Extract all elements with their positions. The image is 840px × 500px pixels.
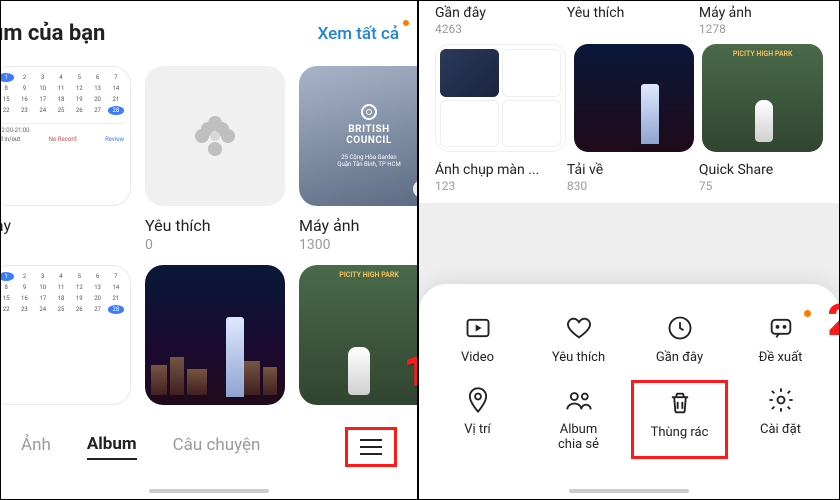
album-camera[interactable]: BRITISHCOUNCIL 25 Cộng Hòa GardenQuận Tâ… (299, 66, 419, 253)
screenshot-thumb[interactable] (435, 44, 566, 152)
trash-icon (666, 389, 694, 417)
sheet-video[interactable]: Video (429, 308, 526, 372)
col-favorites: Yêu thích (567, 5, 691, 36)
your-albums-title: um của bạn (1, 21, 105, 46)
album-item[interactable] (145, 265, 285, 405)
album-count: 1300 (299, 237, 419, 253)
see-all-link[interactable]: Xem tất cả (318, 24, 399, 44)
location-icon (464, 386, 492, 414)
tab-stories[interactable]: Câu chuyện (173, 435, 261, 459)
gesture-handle[interactable] (149, 489, 269, 493)
suggest-icon (767, 314, 795, 342)
right-screenshot: Gần đây 4263 Yêu thích Máy ảnh 1278 (419, 1, 839, 499)
col-quickshare: Quick Share 75 (699, 162, 823, 193)
sheet-settings[interactable]: Cài đặt (732, 380, 829, 459)
album-item[interactable]: 1234567 891011121314 15161718192021 2223… (1, 265, 131, 405)
menu-sheet: Video Yêu thích Gần đây Đề xuất 2 (419, 284, 839, 499)
gesture-handle[interactable] (569, 489, 689, 493)
sheet-trash[interactable]: Thùng rác (631, 380, 728, 459)
sheet-suggest[interactable]: Đề xuất 2 (732, 308, 829, 372)
video-icon (464, 314, 492, 342)
col-downloads: Tải về 830 (567, 162, 691, 193)
album-favorites[interactable]: Yêu thích 0 (145, 66, 285, 253)
bottom-tabs: Ảnh Album Câu chuyện (1, 427, 417, 467)
col-screenshots: Ảnh chụp màn ... 123 (435, 162, 559, 193)
album-count: 0 (145, 237, 285, 253)
tab-photos[interactable]: Ảnh (21, 435, 51, 459)
quickshare-thumb[interactable]: PICITY HIGH PARK (702, 44, 823, 152)
album-recent[interactable]: 1234567 891011121314 15161718192021 2223… (1, 66, 131, 253)
album-row-1: 1234567 891011121314 15161718192021 2223… (1, 56, 417, 253)
calendar-thumb: 1234567 891011121314 15161718192021 2223… (1, 265, 131, 405)
clock-icon (666, 314, 694, 342)
calendar-thumb: 1234567 891011121314 15161718192021 2223… (1, 66, 131, 206)
album-label: Máy ảnh (299, 216, 419, 235)
park-thumb: PICITY HIGH PARK (299, 265, 419, 405)
tab-album[interactable]: Album (87, 434, 137, 460)
notification-dot (804, 310, 811, 317)
header: um của bạn Xem tất cả (1, 1, 417, 56)
night-city-thumb (145, 265, 285, 405)
favorites-thumb (145, 66, 285, 206)
menu-button[interactable] (345, 427, 397, 467)
sheet-recent[interactable]: Gần đây (631, 308, 728, 372)
sheet-location[interactable]: Vị trí (429, 380, 526, 459)
left-screenshot: um của bạn Xem tất cả 1234567 8910111213… (1, 1, 419, 499)
col-recent: Gần đây 4263 (435, 5, 559, 36)
album-label: Yêu thích (145, 216, 285, 235)
album-item[interactable]: PICITY HIGH PARK 1 (299, 265, 419, 405)
camera-thumb: BRITISHCOUNCIL 25 Cộng Hòa GardenQuận Tâ… (299, 66, 419, 206)
sheet-shared-album[interactable]: Album chia sẻ (530, 380, 627, 459)
album-row-2: 1234567 891011121314 15161718192021 2223… (1, 253, 417, 405)
col-camera: Máy ảnh 1278 (699, 5, 823, 36)
annotation-2: 2 (827, 294, 839, 346)
annotation-1: 1 (403, 345, 419, 397)
sheet-favorites[interactable]: Yêu thích (530, 308, 627, 372)
album-label: lây (1, 216, 131, 235)
download-thumb[interactable] (574, 44, 695, 152)
people-icon (565, 386, 593, 414)
gear-icon (767, 386, 795, 414)
heart-icon (565, 314, 593, 342)
gallery-top: Gần đây 4263 Yêu thích Máy ảnh 1278 (419, 1, 839, 203)
